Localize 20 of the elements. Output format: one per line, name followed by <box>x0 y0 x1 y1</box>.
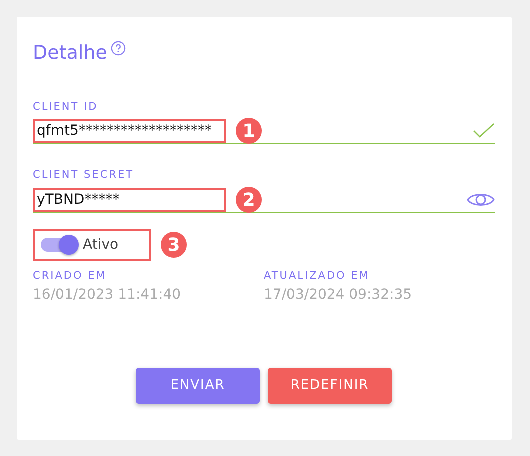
field-value: qfmt5******************* <box>33 119 226 144</box>
date-value: 17/03/2024 09:32:35 <box>264 286 414 305</box>
toggle-switch[interactable]: Ativo <box>33 229 151 261</box>
card-title: Detalhe <box>33 41 108 66</box>
input-field[interactable]: yTBND***** 2 <box>33 188 495 213</box>
date-value: 16/01/2023 11:41:40 <box>33 286 182 305</box>
callout-number: 3 <box>161 232 187 258</box>
toggle-label: Ativo <box>83 236 119 255</box>
eye-icon[interactable] <box>467 191 495 209</box>
field-label: CLIENT ID <box>33 100 100 114</box>
help-icon[interactable] <box>111 41 126 56</box>
callout-number: 1 <box>236 118 262 144</box>
input-field[interactable]: qfmt5******************* 1 <box>33 119 495 144</box>
date-label: CRIADO EM <box>33 269 108 284</box>
field-label: CLIENT SECRET <box>33 168 135 184</box>
submit-button[interactable]: ENVIAR <box>136 368 260 404</box>
callout-number: 2 <box>236 187 262 213</box>
field-value: yTBND***** <box>33 188 226 212</box>
check-icon <box>473 123 495 140</box>
date-label: ATUALIZADO EM <box>264 269 371 284</box>
